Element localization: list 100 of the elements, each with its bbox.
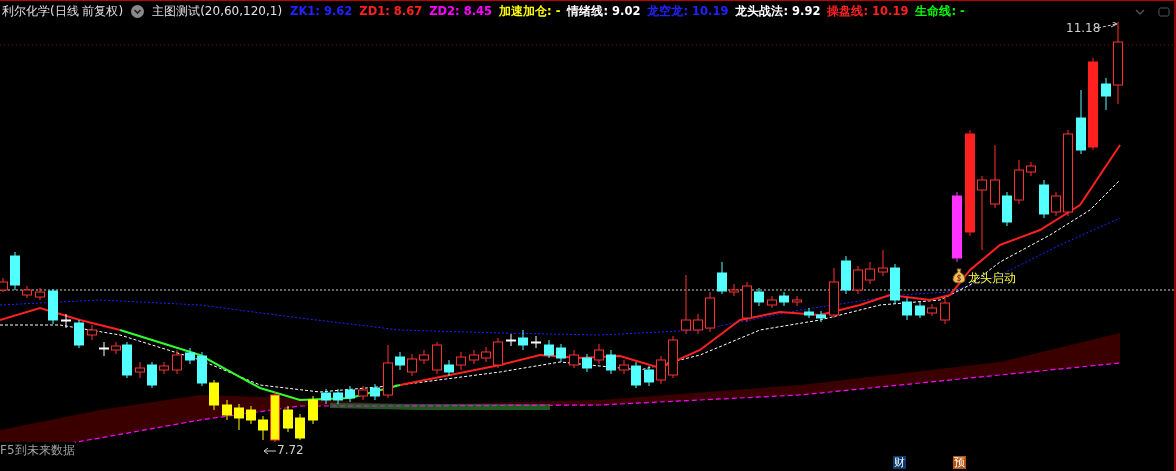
candlestick [742, 281, 752, 323]
candlestick [717, 261, 727, 295]
candlestick [419, 349, 429, 365]
indicator-value: ZK1: 9.62 [290, 4, 353, 19]
pointer-arrow [263, 447, 277, 455]
candlestick [333, 388, 343, 405]
candlestick [865, 261, 875, 285]
candlestick [135, 361, 145, 379]
candlestick [209, 379, 219, 411]
candlestick [767, 295, 777, 309]
candlestick [48, 288, 58, 325]
candlestick [1002, 191, 1012, 227]
candlestick [74, 319, 84, 349]
candlestick [853, 265, 863, 295]
candlestick [779, 291, 789, 307]
candlestick [358, 385, 368, 401]
candlestick [432, 341, 442, 375]
dropdown-icon[interactable] [131, 5, 145, 18]
candlestick [1014, 159, 1024, 205]
hint-text: F5到未来数据 [0, 442, 75, 459]
candlestick [582, 353, 592, 373]
candlestick [594, 343, 604, 365]
candlestick [816, 310, 826, 323]
candlestick [321, 388, 331, 405]
candlestick [754, 287, 764, 307]
candlestick [606, 349, 616, 375]
indicator-value: 龙空龙: 10.19 [647, 4, 729, 19]
candlestick [395, 351, 405, 371]
candlestick [197, 351, 207, 387]
candlestick [693, 313, 703, 335]
candlestick [927, 303, 937, 317]
candlestick [705, 291, 715, 333]
candlestick [952, 191, 962, 263]
candlestick [792, 295, 802, 307]
candlestick [531, 335, 541, 349]
candlestick [345, 385, 355, 403]
candlestick [804, 307, 814, 319]
indicator-value: 加速加仓: - [499, 4, 561, 19]
candlestick [1039, 179, 1049, 219]
candlestick [61, 313, 71, 329]
candlestick [407, 353, 417, 377]
candlestick [258, 415, 268, 441]
candlestick [10, 251, 20, 291]
candlestick [22, 285, 32, 299]
candlestick [481, 346, 491, 363]
candlestick [829, 267, 839, 319]
candlestick [172, 349, 182, 375]
candlestick [469, 349, 479, 365]
candlestick [569, 349, 579, 369]
candlestick [878, 249, 888, 277]
candlestick [1026, 161, 1036, 177]
candlestick [159, 361, 169, 375]
signal-label: 龙头启动 [968, 270, 1016, 287]
candlestick [234, 403, 244, 431]
candlestick [556, 343, 566, 363]
candlestick [222, 399, 232, 421]
candlestick [35, 287, 45, 301]
candlestick [902, 297, 912, 321]
candlestick [87, 324, 97, 341]
candlestick [246, 405, 256, 425]
candlestick [729, 283, 739, 297]
indicator-value: 生命线: - [915, 4, 965, 19]
candlestick [185, 347, 195, 365]
indicator-value: 龙头战法: 9.92 [735, 4, 821, 19]
event-marker[interactable]: 财 [893, 456, 906, 469]
indicator-name[interactable]: 主图测试(20,60,120,1) [152, 3, 283, 20]
candlestick [1101, 77, 1111, 111]
candlestick [506, 333, 516, 347]
candlestick [619, 359, 629, 375]
candlestick [444, 359, 454, 377]
candlestick [493, 337, 503, 369]
candlestick [383, 344, 393, 399]
candlestick [147, 361, 157, 389]
candlestick [631, 361, 641, 389]
stock-title: 利尔化学(日线 前复权) [2, 3, 124, 20]
candlestick [544, 339, 554, 359]
event-marker[interactable]: 预 [953, 456, 966, 469]
candlestick [1076, 89, 1086, 155]
candlestick [890, 263, 900, 305]
candlestick [456, 351, 466, 371]
indicator-value: 情绪线: 9.02 [567, 4, 641, 19]
candlestick [940, 297, 950, 325]
candlestick [841, 255, 851, 295]
indicator-value: ZD1: 8.67 [359, 4, 423, 19]
price-label: 7.72 [277, 443, 304, 457]
candlestick [644, 365, 654, 387]
candlestick [1051, 191, 1061, 217]
candlestick [283, 405, 293, 433]
indicator-value: ZD2: 8.45 [429, 4, 493, 19]
candlestick [656, 355, 666, 385]
candlestick [518, 329, 528, 351]
candlestick [915, 301, 925, 319]
candlestick [681, 274, 691, 335]
candlestick [370, 383, 380, 401]
candlestick [668, 335, 678, 379]
indicator-value: 操盘线: 10.19 [827, 4, 909, 19]
candlestick [990, 144, 1000, 209]
candlestick [270, 391, 280, 443]
candlestick [99, 341, 109, 357]
window-icon[interactable] [1158, 6, 1170, 17]
